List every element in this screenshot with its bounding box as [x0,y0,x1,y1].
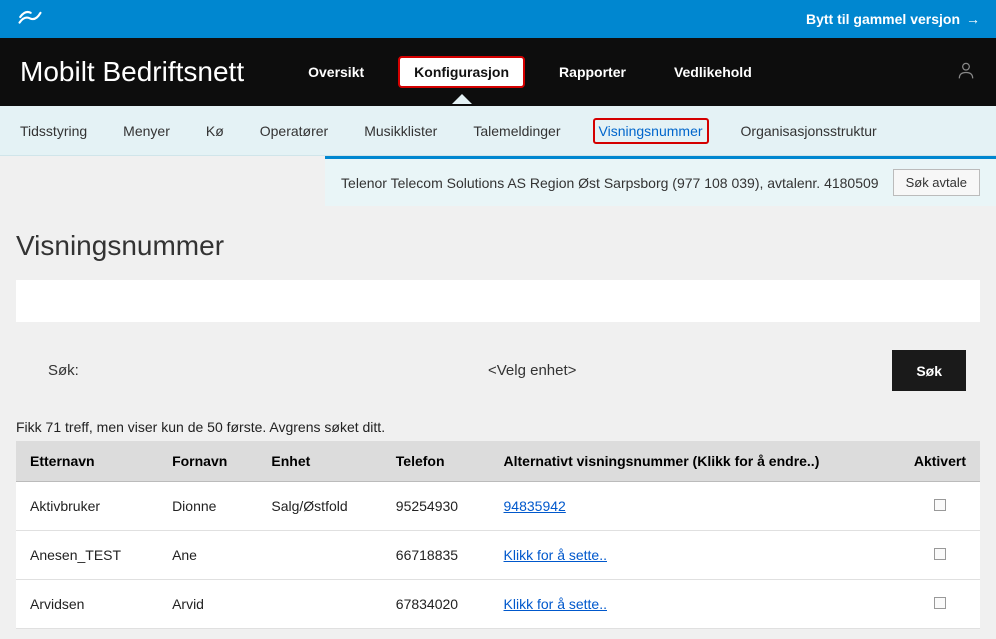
main: Visningsnummer Søk: <Velg enhet> Søk Fik… [0,206,996,639]
subnav-musikklister[interactable]: Musikklister [360,120,441,142]
search-row: Søk: <Velg enhet> Søk [16,350,980,391]
search-label[interactable]: Søk: [30,350,470,391]
cell-etternavn: Anesen_TEST [16,531,158,580]
nav-oversikt[interactable]: Oversikt [294,58,378,86]
aktivert-checkbox[interactable] [934,597,946,609]
nav-konfigurasjon[interactable]: Konfigurasjon [398,56,525,88]
cell-telefon: 95254930 [382,482,490,531]
switch-version-label: Bytt til gammel versjon [806,11,960,27]
col-alt[interactable]: Alternativt visningsnummer (Klikk for å … [490,441,900,482]
nav-rapporter[interactable]: Rapporter [545,58,640,86]
aktivert-checkbox[interactable] [934,499,946,511]
cell-telefon: 67834020 [382,580,490,629]
results-table: Etternavn Fornavn Enhet Telefon Alternat… [16,441,980,629]
table-row: Arvidsen Arvid 67834020 Klikk for å sett… [16,580,980,629]
search-button[interactable]: Søk [892,350,966,391]
alt-link[interactable]: Klikk for å sette.. [504,547,607,563]
banner: Telenor Telecom Solutions AS Region Øst … [325,156,996,206]
user-menu[interactable] [956,59,976,86]
white-spacer [16,280,980,322]
col-etternavn[interactable]: Etternavn [16,441,158,482]
subnav: Tidsstyring Menyer Kø Operatører Musikkl… [0,106,996,156]
alt-link[interactable]: Klikk for å sette.. [504,596,607,612]
cell-etternavn: Arvidsen [16,580,158,629]
search-agreement-button[interactable]: Søk avtale [893,169,980,196]
app-title: Mobilt Bedriftsnett [20,56,244,88]
cell-fornavn: Dionne [158,482,257,531]
subnav-visningsnummer[interactable]: Visningsnummer [593,118,709,144]
subnav-talemeldinger[interactable]: Talemeldinger [469,120,564,142]
alt-link[interactable]: 94835942 [504,498,566,514]
subnav-menyer[interactable]: Menyer [119,120,174,142]
table-header-row: Etternavn Fornavn Enhet Telefon Alternat… [16,441,980,482]
topbar: Bytt til gammel versjon → [0,0,996,38]
col-enhet[interactable]: Enhet [257,441,381,482]
nav-vedlikehold[interactable]: Vedlikehold [660,58,766,86]
navbar-items: Oversikt Konfigurasjon Rapporter Vedlike… [294,56,766,88]
subnav-operatorer[interactable]: Operatører [256,120,332,142]
cell-enhet: Salg/Østfold [257,482,381,531]
page-title: Visningsnummer [16,230,980,262]
cell-fornavn: Ane [158,531,257,580]
switch-version-link[interactable]: Bytt til gammel versjon → [806,11,980,27]
col-aktivert[interactable]: Aktivert [900,441,980,482]
telenor-logo-icon [16,3,44,36]
cell-enhet [257,531,381,580]
cell-fornavn: Arvid [158,580,257,629]
cell-enhet [257,580,381,629]
table-row: Aktivbruker Dionne Salg/Østfold 95254930… [16,482,980,531]
banner-text: Telenor Telecom Solutions AS Region Øst … [341,175,879,191]
aktivert-checkbox[interactable] [934,548,946,560]
unit-select[interactable]: <Velg enhet> [470,350,892,391]
cell-etternavn: Aktivbruker [16,482,158,531]
col-telefon[interactable]: Telefon [382,441,490,482]
subnav-organisasjonsstruktur[interactable]: Organisasjonsstruktur [737,120,881,142]
arrow-right-icon: → [966,11,980,27]
navbar: Mobilt Bedriftsnett Oversikt Konfigurasj… [0,38,996,106]
table-row: Anesen_TEST Ane 66718835 Klikk for å set… [16,531,980,580]
banner-wrap: Telenor Telecom Solutions AS Region Øst … [0,156,996,206]
col-fornavn[interactable]: Fornavn [158,441,257,482]
subnav-tidsstyring[interactable]: Tidsstyring [16,120,91,142]
cell-telefon: 66718835 [382,531,490,580]
subnav-ko[interactable]: Kø [202,120,228,142]
user-icon [956,59,976,81]
results-note: Fikk 71 treff, men viser kun de 50 først… [16,419,980,435]
